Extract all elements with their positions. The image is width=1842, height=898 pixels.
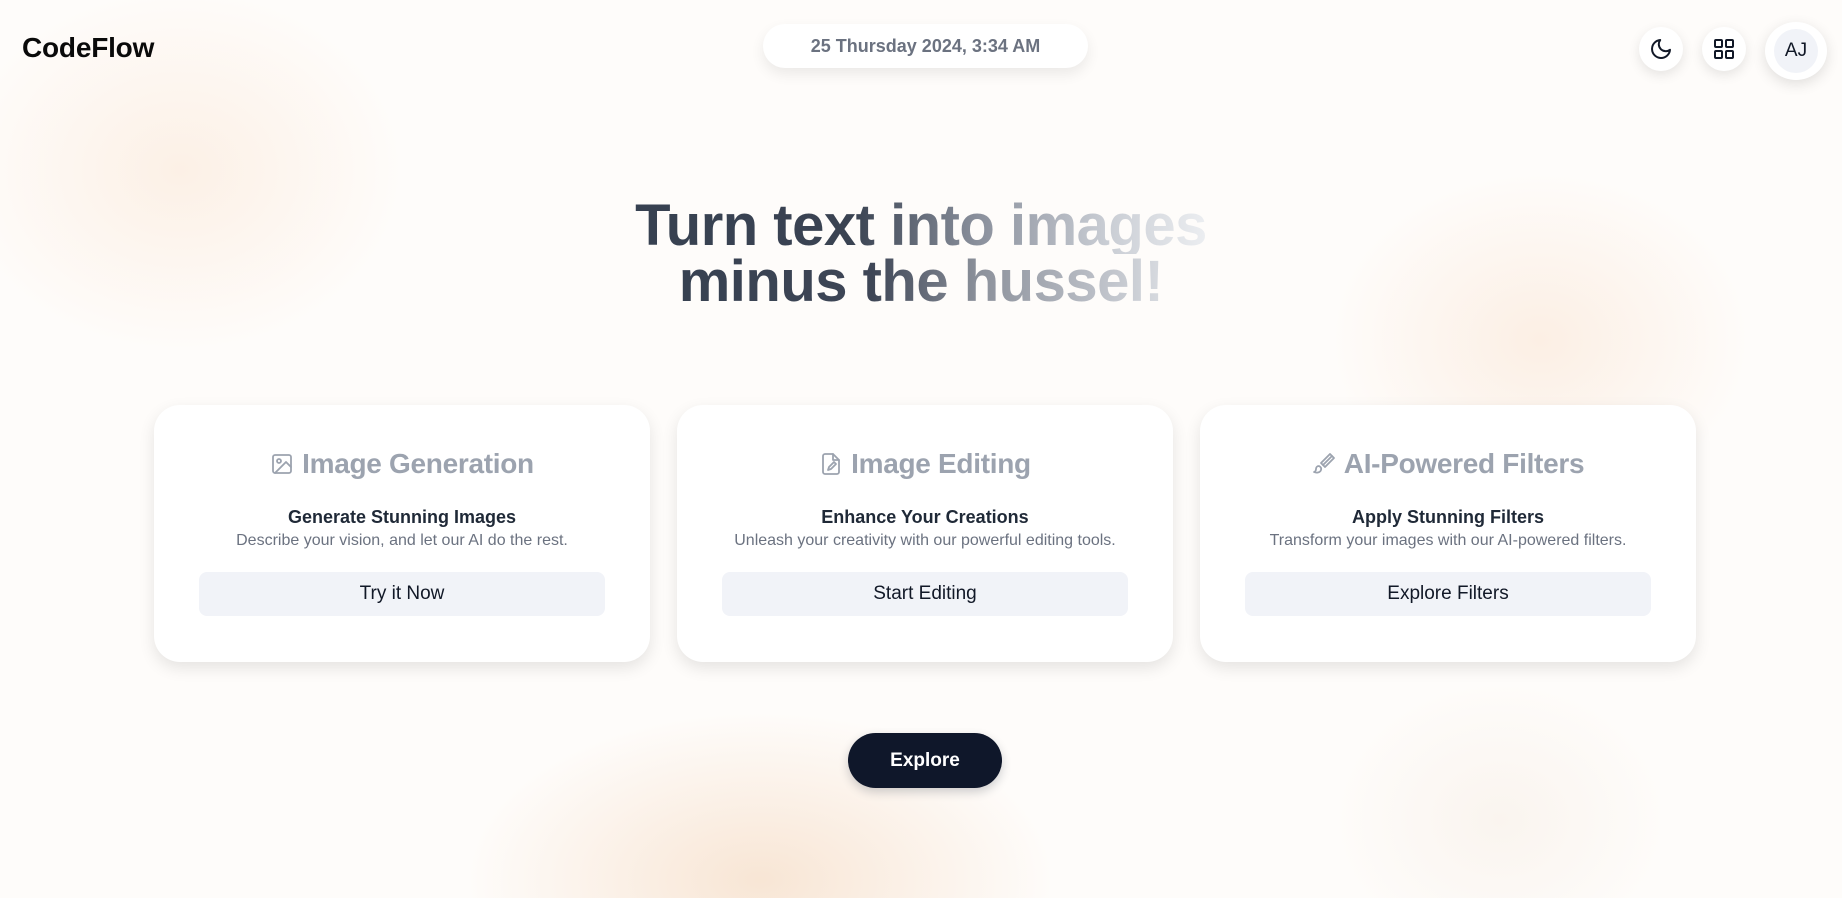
explore-button[interactable]: Explore [848, 733, 1002, 788]
card-title: Image Editing [677, 448, 1173, 480]
user-avatar-button[interactable]: AJ [1765, 22, 1827, 80]
apps-menu-button[interactable] [1702, 27, 1746, 71]
card-title-text: Image Generation [302, 448, 534, 479]
card-title: AI-Powered Filters [1200, 448, 1696, 480]
card-ai-filters: AI-Powered Filters Apply Stunning Filter… [1200, 405, 1696, 662]
start-editing-button[interactable]: Start Editing [722, 572, 1128, 616]
hero-heading: Turn text into images minus the hussel! [0, 193, 1842, 314]
grid-icon [1712, 37, 1736, 61]
card-subtitle: Generate Stunning Images [287, 507, 517, 527]
hero-line-2: minus the hussel! [678, 249, 1164, 314]
card-title-text: AI-Powered Filters [1343, 448, 1585, 479]
brand-logo[interactable]: CodeFlow [22, 32, 154, 64]
card-description: Unleash your creativity with our powerfu… [734, 532, 1116, 549]
brush-icon [1312, 452, 1336, 476]
theme-toggle-button[interactable] [1639, 27, 1683, 71]
avatar: AJ [1774, 29, 1818, 73]
card-description: Transform your images with our AI-powere… [1269, 532, 1627, 549]
hero-line-1: Turn text into images [635, 193, 1207, 258]
image-icon [270, 452, 294, 476]
card-title-text: Image Editing [851, 448, 1031, 479]
datetime-display: 25 Thursday 2024, 3:34 AM [763, 24, 1088, 68]
card-image-editing: Image Editing Enhance Your Creations Unl… [677, 405, 1173, 662]
card-subtitle: Enhance Your Creations [821, 507, 1029, 527]
file-edit-icon [819, 452, 843, 476]
card-image-generation: Image Generation Generate Stunning Image… [154, 405, 650, 662]
try-it-now-button[interactable]: Try it Now [199, 572, 605, 616]
feature-cards: Image Generation Generate Stunning Image… [154, 405, 1696, 662]
card-title: Image Generation [154, 448, 650, 480]
card-description: Describe your vision, and let our AI do … [236, 532, 568, 549]
explore-filters-button[interactable]: Explore Filters [1245, 572, 1651, 616]
moon-icon [1649, 37, 1673, 61]
card-subtitle: Apply Stunning Filters [1352, 507, 1544, 527]
